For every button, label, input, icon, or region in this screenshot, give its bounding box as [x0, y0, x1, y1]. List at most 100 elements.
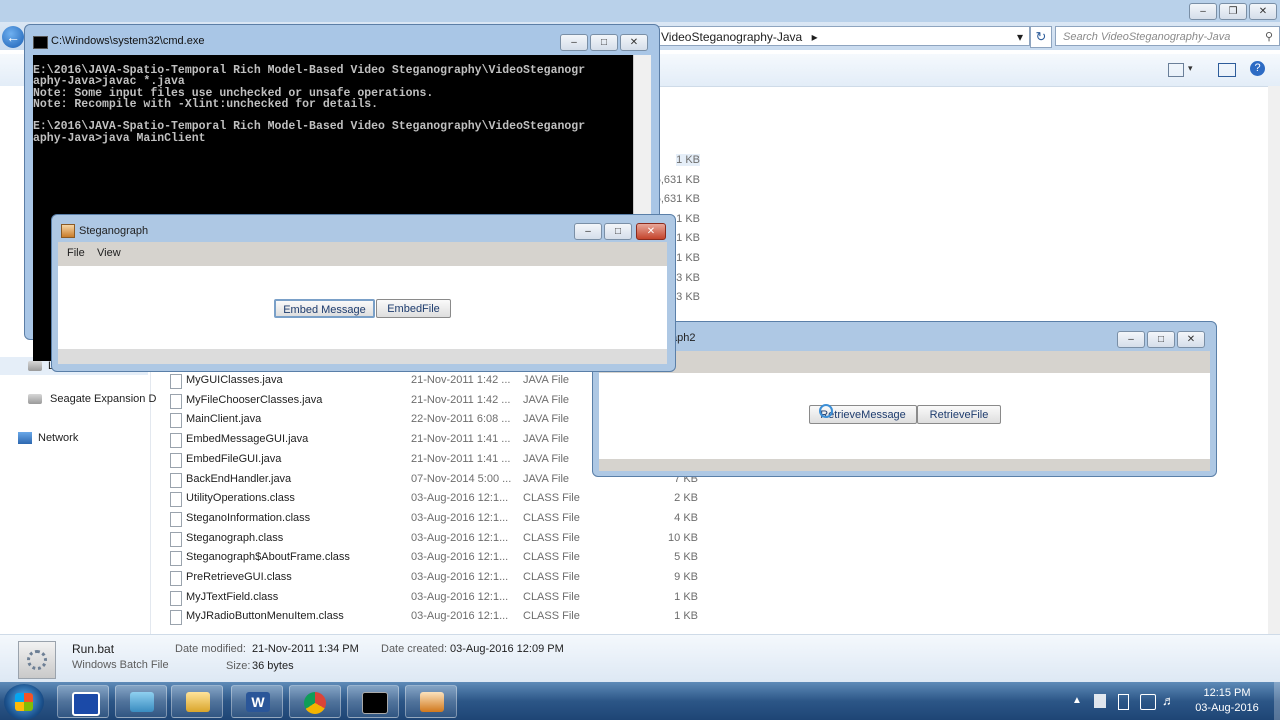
taskbar-cmd[interactable] — [347, 685, 399, 718]
file-date: 22-Nov-2011 6:08 ... — [411, 413, 511, 426]
maximize-button[interactable]: □ — [1147, 331, 1175, 348]
file-row[interactable]: SteganoInformation.class 03-Aug-2016 12:1… — [168, 509, 708, 528]
chrome-icon — [304, 692, 326, 714]
close-button[interactable]: ✕ — [636, 223, 666, 240]
scrollbar[interactable] — [1268, 86, 1280, 634]
file-name: MainClient.java — [186, 413, 262, 426]
breadcrumb[interactable]: VideoSteganography-Java ▸ ▾ — [650, 26, 1030, 46]
file-row[interactable]: UtilityOperations.class 03-Aug-2016 12:1.… — [168, 489, 708, 508]
preview-pane-icon[interactable] — [1218, 63, 1236, 77]
breadcrumb-folder[interactable]: VideoSteganography-Java — [661, 30, 802, 44]
status-strip — [58, 349, 667, 364]
menu-bar: File View — [58, 242, 667, 266]
taskbar-word[interactable]: W — [231, 685, 283, 718]
search-input[interactable]: Search VideoSteganography-Java ⚲ — [1055, 26, 1280, 46]
taskbar-chrome[interactable] — [289, 685, 341, 718]
network-tray-icon[interactable] — [1140, 694, 1156, 710]
close-button[interactable]: ✕ — [620, 34, 648, 51]
file-icon — [170, 472, 182, 488]
file-type: JAVA File — [523, 413, 570, 426]
file-name: MyJRadioButtonMenuItem.class — [186, 610, 344, 623]
taskbar-java[interactable] — [405, 685, 457, 718]
minimize-button[interactable]: – — [1117, 331, 1145, 348]
file-name: EmbedMessageGUI.java — [186, 433, 309, 446]
taskbar-explorer[interactable] — [171, 685, 223, 718]
file-icon — [170, 433, 182, 449]
cmd-output: E:\2016\JAVA-Spatio-Temporal Rich Model-… — [33, 64, 586, 145]
file-type: CLASS File — [523, 590, 580, 603]
view-options-icon[interactable] — [1168, 63, 1184, 77]
close-button[interactable]: ✕ — [1177, 331, 1205, 348]
chevron-right-icon: ▸ — [811, 30, 818, 44]
taskbar-app-2[interactable] — [115, 685, 167, 718]
file-size: 10 KB — [668, 531, 698, 544]
maximize-button[interactable]: □ — [604, 223, 632, 240]
file-type: JAVA File — [523, 374, 570, 386]
minimize-button[interactable]: – — [1189, 3, 1217, 20]
file-row[interactable]: Steganograph$AboutFrame.class 03-Aug-2016… — [168, 548, 708, 567]
volume-icon[interactable]: ♬ — [1162, 693, 1175, 708]
show-desktop-button[interactable] — [1274, 682, 1280, 720]
file-row[interactable]: MyJRadioButtonMenuItem.class 03-Aug-2016 … — [168, 607, 708, 626]
clock[interactable]: 12:15 PM 03-Aug-2016 — [1180, 686, 1274, 716]
embed-message-button[interactable]: Embed Message — [274, 299, 375, 318]
clock-date: 03-Aug-2016 — [1195, 702, 1259, 714]
nav-item-seagate[interactable]: Seagate Expansion D — [28, 390, 156, 408]
file-row[interactable]: Steganograph.class 03-Aug-2016 12:1... CLA… — [168, 529, 708, 548]
embed-file-button[interactable]: EmbedFile — [376, 299, 451, 318]
file-icon — [170, 374, 182, 389]
file-row[interactable]: PreRetrieveGUI.class 03-Aug-2016 12:1... C… — [168, 568, 708, 587]
busy-cursor-icon — [819, 404, 833, 418]
menu-bar — [599, 351, 1210, 373]
file-icon — [170, 393, 182, 409]
details-created-label: Date created: — [381, 643, 448, 655]
restore-button[interactable]: ❐ — [1219, 3, 1247, 20]
network-icon — [18, 432, 32, 445]
file-date: 03-Aug-2016 12:1... — [411, 571, 509, 583]
flag-icon[interactable] — [1094, 694, 1106, 708]
battery-icon[interactable] — [1118, 694, 1129, 710]
file-name: MyJTextField.class — [186, 590, 279, 603]
folder-icon — [186, 692, 210, 712]
tray-arrow-icon[interactable]: ▲ — [1072, 695, 1082, 706]
file-name: EmbedFileGUI.java — [186, 452, 282, 465]
file-name: BackEndHandler.java — [186, 472, 292, 485]
taskbar-app-1[interactable] — [57, 685, 109, 718]
menu-view[interactable]: View — [97, 247, 121, 259]
retrieve-file-button[interactable]: RetrieveFile — [917, 405, 1001, 424]
maximize-button[interactable]: □ — [590, 34, 618, 51]
details-created-value: 03-Aug-2016 12:09 PM — [450, 643, 564, 655]
file-name: UtilityOperations.class — [186, 492, 295, 505]
steganograph2-window[interactable]: aph2 – □ ✕ RetrieveMessage RetrieveFile — [592, 321, 1217, 477]
file-date: 21-Nov-2011 1:42 ... — [411, 393, 511, 406]
minimize-button[interactable]: – — [560, 34, 588, 51]
details-modified-label: Date modified: — [175, 643, 246, 655]
file-type: CLASS File — [523, 571, 580, 583]
chevron-down-icon[interactable]: ▾ — [1188, 63, 1193, 74]
back-arrow-icon[interactable]: ← — [2, 26, 24, 48]
cmd-icon — [362, 692, 388, 714]
file-date: 03-Aug-2016 12:1... — [411, 590, 509, 603]
app-icon — [130, 692, 154, 712]
file-icon — [170, 571, 182, 586]
details-size-label: Size: — [226, 660, 251, 672]
file-date: 21-Nov-2011 1:41 ... — [411, 433, 511, 446]
file-type: JAVA File — [523, 472, 570, 485]
word-icon: W — [246, 692, 270, 712]
chevron-down-icon[interactable]: ▾ — [1017, 27, 1023, 47]
steganograph-window[interactable]: Steganograph – □ ✕ File View Embed Messa… — [51, 214, 676, 372]
file-size: 5 KB — [674, 551, 698, 564]
search-placeholder: Search VideoSteganography-Java — [1063, 31, 1231, 43]
file-row[interactable]: MyJTextField.class 03-Aug-2016 12:1... CLA… — [168, 588, 708, 607]
file-icon — [170, 511, 182, 527]
file-icon — [170, 413, 182, 429]
start-button[interactable] — [4, 684, 44, 720]
menu-file[interactable]: File — [67, 247, 85, 259]
minimize-button[interactable]: – — [574, 223, 602, 240]
file-name: SteganoInformation.class — [186, 511, 311, 524]
help-icon[interactable]: ? — [1250, 61, 1265, 76]
file-size: 4 KB — [674, 511, 698, 524]
refresh-icon[interactable]: ↻ — [1030, 26, 1052, 48]
nav-item-network[interactable]: Network — [18, 429, 78, 447]
close-button[interactable]: ✕ — [1249, 3, 1277, 20]
